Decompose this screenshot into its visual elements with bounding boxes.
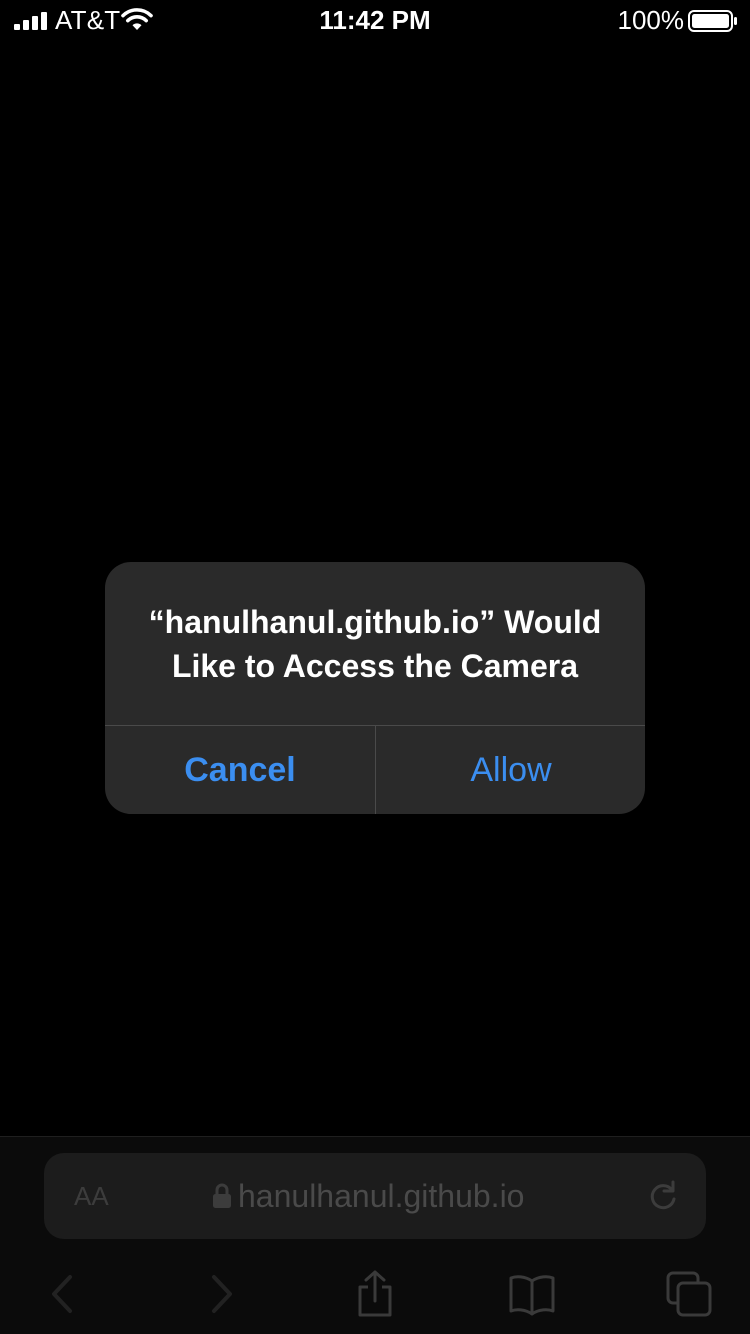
lock-icon <box>213 1183 231 1208</box>
share-icon[interactable] <box>350 1269 400 1319</box>
browser-toolbar: AA hanulhanul.github.io <box>0 1137 750 1334</box>
battery-icon <box>688 10 737 32</box>
battery-percent: 100% <box>617 5 685 35</box>
address-bar[interactable]: AA hanulhanul.github.io <box>44 1153 706 1239</box>
back-icon[interactable] <box>40 1269 90 1319</box>
text-size-button[interactable]: AA <box>74 1179 109 1213</box>
reload-icon[interactable] <box>646 1179 680 1213</box>
cancel-button[interactable]: Cancel <box>105 726 375 814</box>
bookmarks-icon[interactable] <box>507 1269 557 1319</box>
status-bar: AT&T 11:42 PM 100% <box>0 0 750 40</box>
alert-title: “hanulhanul.github.io” Would Like to Acc… <box>148 604 602 684</box>
forward-icon[interactable] <box>196 1269 246 1319</box>
camera-permission-alert: “hanulhanul.github.io” Would Like to Acc… <box>105 562 645 814</box>
allow-button[interactable]: Allow <box>376 726 645 814</box>
screen: AT&T 11:42 PM 100% “hanulhanul.github.io… <box>0 0 750 1334</box>
url-text: hanulhanul.github.io <box>238 1178 525 1214</box>
tabs-icon[interactable] <box>664 1269 714 1319</box>
